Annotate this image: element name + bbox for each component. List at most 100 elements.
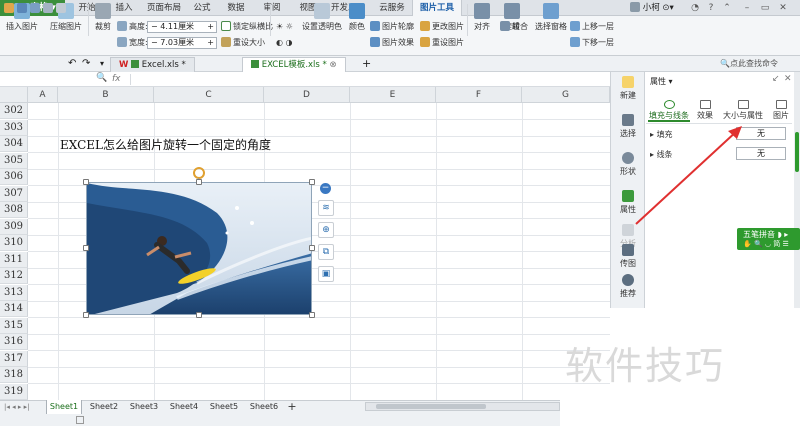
change-picture-button[interactable]: 更改图片 <box>420 21 464 33</box>
selection-pane-button[interactable]: 选择窗格 <box>535 2 567 38</box>
close-icon[interactable]: ✕ <box>776 1 790 15</box>
print-icon[interactable] <box>30 3 40 13</box>
tab-size-properties[interactable]: 大小与属性 <box>722 100 764 122</box>
ime-toolbar[interactable]: 五笔拼音 ◗ ▸ ✋ 🔍 ◡ 简 ☰ <box>737 228 800 250</box>
maximize-icon[interactable]: ▭ <box>758 1 772 15</box>
panel-scrollbar[interactable] <box>794 72 800 308</box>
resize-handle[interactable] <box>83 312 89 318</box>
sheet-tab[interactable]: Sheet6 <box>246 400 282 414</box>
row-header[interactable]: 303 <box>0 119 28 136</box>
resize-handle[interactable] <box>309 179 315 185</box>
height-input[interactable]: − 4.11厘米 + <box>147 21 217 33</box>
tab-page-layout[interactable]: 页面布局 <box>142 0 186 16</box>
width-input[interactable]: − 7.03厘米 + <box>147 37 217 49</box>
tab-review[interactable]: 审阅 <box>258 0 286 16</box>
cell-text[interactable]: EXCEL怎么给图片旋转一个固定的角度 <box>60 136 271 153</box>
doc-tab[interactable]: W Excel.xls * <box>110 57 195 72</box>
bring-forward-button[interactable]: 上移一层 <box>570 21 614 33</box>
redo-icon[interactable]: ↷ <box>82 56 90 72</box>
tab-cloud[interactable]: 云服务 <box>372 0 412 16</box>
color-button[interactable]: 颜色 <box>346 2 368 38</box>
tab-picture-tools[interactable]: 图片工具 <box>412 0 462 16</box>
sheet-nav-icon[interactable]: |◂ ◂ ▸ ▸| <box>4 400 29 414</box>
chevron-down-icon[interactable]: ▾ <box>100 56 104 72</box>
brightness-icon[interactable]: ☀ ☼ <box>276 21 293 33</box>
layers-icon[interactable]: ≋ <box>318 200 334 216</box>
preview-icon[interactable] <box>43 3 53 13</box>
row-header[interactable]: 316 <box>0 334 28 350</box>
row-header[interactable]: 317 <box>0 350 28 367</box>
row-header[interactable]: 310 <box>0 235 28 251</box>
row-header[interactable]: 305 <box>0 152 28 169</box>
sheet-tab[interactable]: Sheet3 <box>126 400 162 414</box>
add-sheet-button[interactable]: + <box>285 400 299 414</box>
resize-handle[interactable] <box>309 312 315 318</box>
reset-size-button[interactable]: 重设大小 <box>221 37 265 49</box>
panel-close-icon[interactable]: ✕ <box>784 74 792 84</box>
row-header[interactable]: 309 <box>0 218 28 235</box>
panel-dock-icon[interactable]: ↙ <box>772 74 780 84</box>
column-header[interactable]: A <box>28 87 58 103</box>
user-account[interactable]: 小柯 ⊙▾ <box>630 0 674 16</box>
help-icon[interactable]: ? <box>704 1 718 15</box>
scrollbar-thumb[interactable] <box>795 132 799 172</box>
horizontal-scrollbar[interactable] <box>365 402 560 411</box>
column-header[interactable]: F <box>436 87 522 103</box>
column-header[interactable]: D <box>264 87 350 103</box>
doc-tab-active[interactable]: EXCEL模板.xls * ⊗ <box>242 57 346 72</box>
save-icon[interactable] <box>17 3 27 13</box>
skin-icon[interactable]: ◔ <box>688 1 702 15</box>
row-header[interactable]: 313 <box>0 284 28 301</box>
row-header[interactable]: 306 <box>0 169 28 185</box>
row-header[interactable]: 314 <box>0 301 28 317</box>
sheet-tab-active[interactable]: Sheet1 <box>46 400 82 414</box>
send-backward-button[interactable]: 下移一层 <box>570 37 614 49</box>
picture-effect-button[interactable]: 图片效果 <box>370 37 414 49</box>
surfer-picture[interactable] <box>86 182 312 315</box>
zoom-picture-icon[interactable]: ⊕ <box>318 222 334 238</box>
chevron-up-icon[interactable]: ⌃ <box>720 1 734 15</box>
search-command[interactable]: 🔍点此查找命令 <box>720 56 778 72</box>
minimize-icon[interactable]: – <box>740 1 754 15</box>
sheet-tab[interactable]: Sheet5 <box>206 400 242 414</box>
formula-input[interactable] <box>130 74 608 85</box>
row-header[interactable]: 304 <box>0 136 28 152</box>
row-header[interactable]: 312 <box>0 268 28 284</box>
lock-ratio-checkbox[interactable]: 锁定纵横比 <box>221 21 273 33</box>
select-all-corner[interactable] <box>0 87 28 103</box>
resize-handle[interactable] <box>83 179 89 185</box>
column-header[interactable]: E <box>350 87 436 103</box>
picture-settings-icon[interactable]: ▣ <box>318 266 334 282</box>
row-header[interactable]: 315 <box>0 317 28 334</box>
zoom-icon[interactable]: 🔍 <box>96 73 107 83</box>
new-button[interactable]: 新建 <box>611 72 645 110</box>
rotate-handle[interactable] <box>193 167 205 179</box>
tab-insert[interactable]: 插入 <box>110 0 138 16</box>
tab-formula[interactable]: 公式 <box>188 0 216 16</box>
crop-picture-icon[interactable]: ⧉ <box>318 244 334 260</box>
recommend-button[interactable]: 推荐 <box>611 270 645 308</box>
row-header[interactable]: 307 <box>0 185 28 202</box>
row-header[interactable]: 308 <box>0 202 28 218</box>
tab-picture[interactable]: 图片 <box>770 100 792 122</box>
tab-effects[interactable]: 效果 <box>694 100 716 122</box>
resize-handle[interactable] <box>83 245 89 251</box>
contrast-icon[interactable]: ◐ ◑ <box>276 37 293 49</box>
set-transparent-button[interactable]: 设置透明色 <box>300 2 344 38</box>
column-header[interactable]: B <box>58 87 154 103</box>
picture-outline-button[interactable]: 图片轮廓 <box>370 21 414 33</box>
crop-button[interactable]: 裁剪 <box>92 2 114 38</box>
format-painter-icon[interactable] <box>56 3 66 13</box>
scrollbar-thumb[interactable] <box>376 404 486 409</box>
resize-handle[interactable] <box>196 312 202 318</box>
row-header[interactable]: 311 <box>0 251 28 268</box>
open-icon[interactable] <box>4 3 14 13</box>
undo-icon[interactable]: ↶ <box>68 56 76 72</box>
minus-circle-icon[interactable]: − <box>320 183 331 194</box>
fx-label[interactable]: fx <box>112 72 121 87</box>
tab-data[interactable]: 数据 <box>222 0 250 16</box>
sheet-tab[interactable]: Sheet4 <box>166 400 202 414</box>
sheet-tab[interactable]: Sheet2 <box>86 400 122 414</box>
tab-fill-line[interactable]: 填充与线条 <box>648 100 690 122</box>
resize-handle[interactable] <box>309 245 315 251</box>
